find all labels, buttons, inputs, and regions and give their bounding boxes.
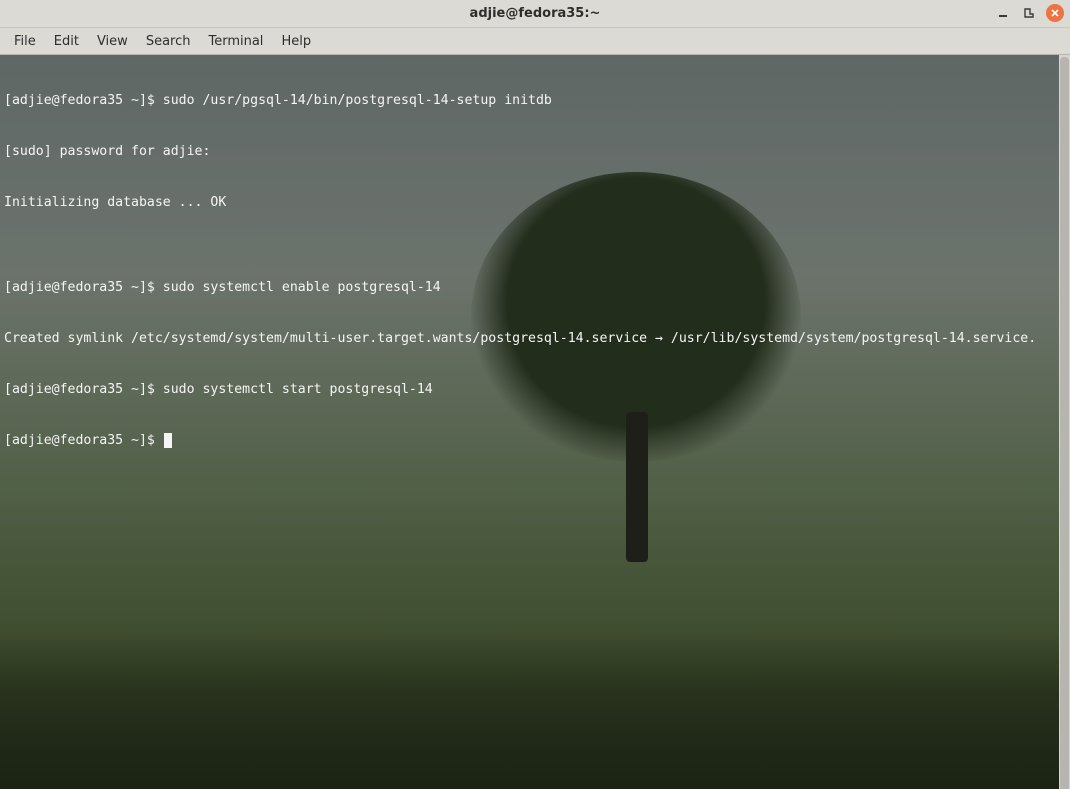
terminal-prompt-line: [adjie@fedora35 ~]$ <box>4 432 1066 449</box>
close-icon <box>1050 8 1060 18</box>
terminal-line: Created symlink /etc/systemd/system/mult… <box>4 330 1066 347</box>
terminal-output[interactable]: [adjie@fedora35 ~]$ sudo /usr/pgsql-14/b… <box>0 55 1070 789</box>
menu-terminal[interactable]: Terminal <box>200 31 271 52</box>
minimize-icon <box>998 8 1008 18</box>
maximize-icon <box>1024 8 1034 18</box>
menu-search[interactable]: Search <box>138 31 199 52</box>
close-button[interactable] <box>1046 4 1064 22</box>
scrollbar[interactable] <box>1059 55 1070 789</box>
menu-help[interactable]: Help <box>273 31 319 52</box>
menu-file[interactable]: File <box>6 31 44 52</box>
terminal-cursor <box>164 433 172 448</box>
menu-view[interactable]: View <box>89 31 136 52</box>
maximize-button[interactable] <box>1020 4 1038 22</box>
terminal-line: [sudo] password for adjie: <box>4 143 1066 160</box>
window-controls <box>994 4 1064 22</box>
minimize-button[interactable] <box>994 4 1012 22</box>
menu-edit[interactable]: Edit <box>46 31 87 52</box>
terminal-area[interactable]: [adjie@fedora35 ~]$ sudo /usr/pgsql-14/b… <box>0 55 1070 789</box>
terminal-line: Initializing database ... OK <box>4 194 1066 211</box>
terminal-line: [adjie@fedora35 ~]$ sudo systemctl start… <box>4 381 1066 398</box>
terminal-line: [adjie@fedora35 ~]$ sudo systemctl enabl… <box>4 279 1066 296</box>
titlebar[interactable]: adjie@fedora35:~ <box>0 0 1070 28</box>
window-title: adjie@fedora35:~ <box>470 6 601 21</box>
scrollbar-thumb[interactable] <box>1060 57 1069 789</box>
terminal-prompt-text: [adjie@fedora35 ~]$ <box>4 433 163 448</box>
menubar: File Edit View Search Terminal Help <box>0 28 1070 55</box>
terminal-line: [adjie@fedora35 ~]$ sudo /usr/pgsql-14/b… <box>4 92 1066 109</box>
terminal-window: adjie@fedora35:~ File Edit View Search T… <box>0 0 1070 789</box>
